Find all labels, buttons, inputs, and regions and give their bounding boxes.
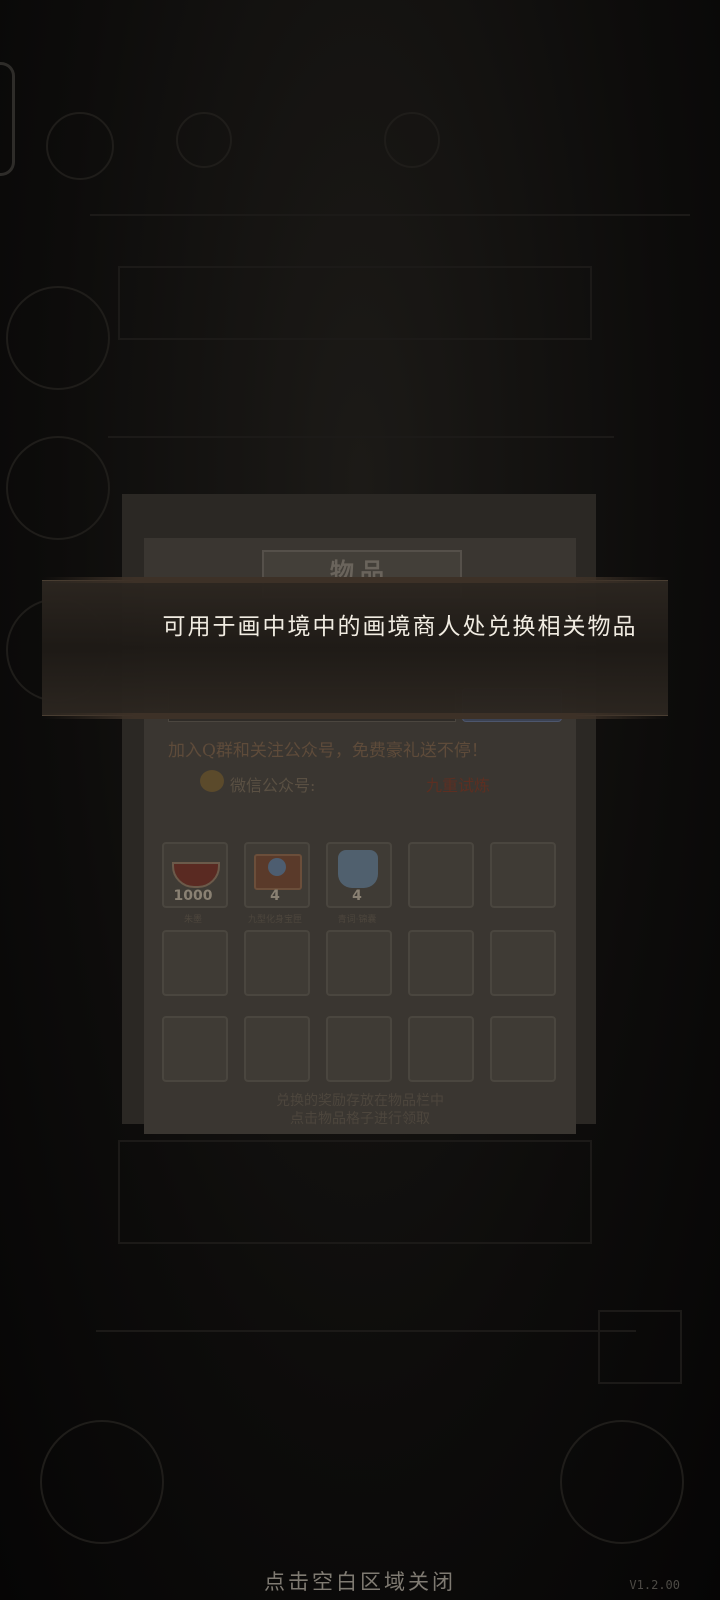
bg-divider bbox=[96, 1330, 636, 1332]
inventory-slot[interactable] bbox=[490, 1016, 556, 1082]
close-hint[interactable]: 点击空白区域关闭 bbox=[0, 1566, 720, 1596]
item-name: 青词·锦囊 bbox=[337, 915, 377, 925]
inventory-slot[interactable] bbox=[162, 1016, 228, 1082]
item-name: 九型化身宝匣 bbox=[247, 915, 302, 925]
bg-frame bbox=[118, 1140, 592, 1244]
tooltip-text: 可用于画中境中的画境商人处兑换相关物品 bbox=[162, 614, 638, 640]
footer-note-1: 兑换的奖励存放在物品栏中 bbox=[276, 1093, 444, 1109]
wechat-label: 微信公众号: bbox=[230, 776, 316, 795]
inventory-slot[interactable] bbox=[490, 842, 556, 908]
bg-circle-icon bbox=[384, 112, 440, 168]
item-count: 4 bbox=[352, 888, 362, 904]
ink-bowl-icon bbox=[172, 862, 220, 888]
bg-divider bbox=[90, 214, 690, 216]
cloth-pouch-icon bbox=[338, 850, 378, 888]
item-tooltip: 可用于画中境中的画境商人处兑换相关物品 bbox=[42, 577, 668, 719]
bg-banner bbox=[118, 266, 592, 340]
inventory-slot[interactable] bbox=[408, 842, 474, 908]
bg-nav-icon bbox=[40, 1420, 164, 1544]
item-name: 朱墨 bbox=[183, 915, 202, 925]
treasure-box-icon bbox=[254, 854, 302, 890]
inventory-slot[interactable] bbox=[408, 930, 474, 996]
bg-divider bbox=[108, 436, 614, 438]
bg-circle-icon bbox=[46, 112, 114, 180]
inventory-slot[interactable] bbox=[162, 930, 228, 996]
inventory-slot[interactable] bbox=[244, 1016, 310, 1082]
promo-text: 加入Q群和关注公众号，免费豪礼送不停！ bbox=[168, 741, 488, 761]
bg-circle-icon bbox=[176, 112, 232, 168]
wechat-account: 九重试炼 bbox=[426, 776, 491, 795]
version-label: V1.2.00 bbox=[629, 1578, 680, 1592]
inventory-slot[interactable] bbox=[408, 1016, 474, 1082]
wechat-icon bbox=[200, 770, 224, 792]
bg-nav-icon bbox=[560, 1420, 684, 1544]
bg-chest-icon bbox=[598, 1310, 682, 1384]
item-count: 1000 bbox=[173, 888, 213, 904]
side-tab bbox=[0, 62, 15, 176]
bg-avatar-icon bbox=[6, 286, 110, 390]
item-count: 4 bbox=[270, 888, 280, 904]
footer-note-2: 点击物品格子进行领取 bbox=[290, 1111, 430, 1127]
bg-avatar-icon bbox=[6, 436, 110, 540]
inventory-slot[interactable] bbox=[244, 930, 310, 996]
inventory-slot[interactable] bbox=[326, 1016, 392, 1082]
inventory-slot[interactable] bbox=[490, 930, 556, 996]
inventory-slot[interactable] bbox=[326, 930, 392, 996]
